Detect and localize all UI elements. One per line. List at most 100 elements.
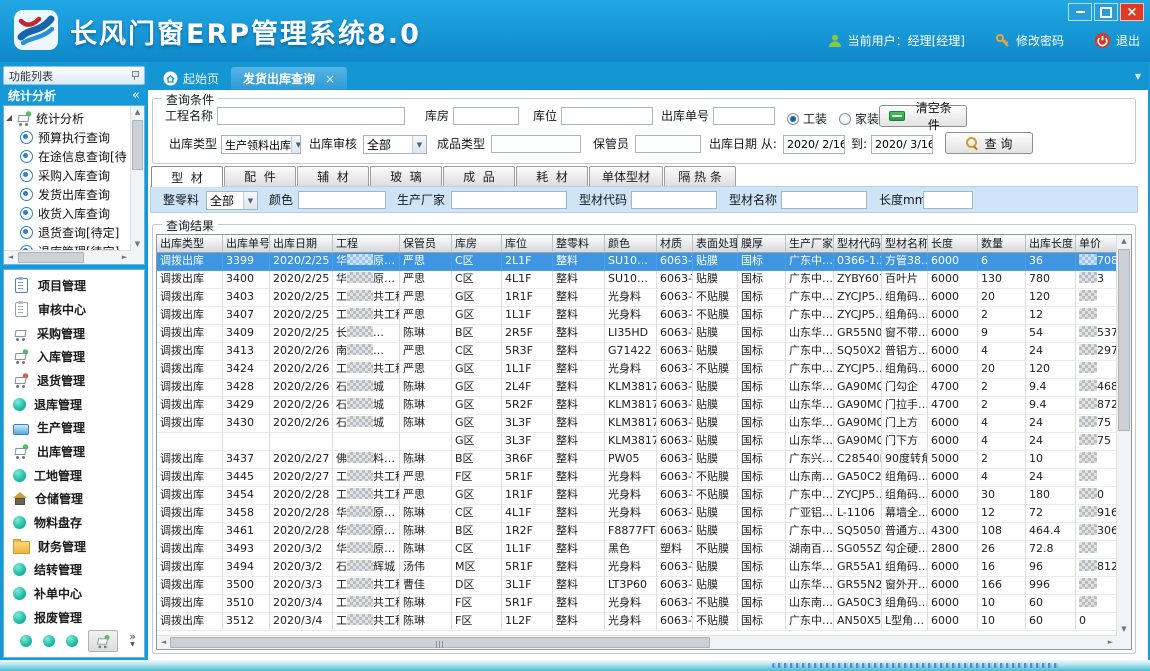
chevron-down-icon[interactable]: ▼	[243, 192, 257, 209]
length-input[interactable]	[923, 191, 973, 209]
col-header-16[interactable]: 数量	[978, 235, 1026, 253]
scroll-right-icon[interactable]	[118, 251, 131, 264]
warehouse-input[interactable]	[453, 107, 519, 125]
tab-list-caret-icon[interactable]: ▼	[1135, 72, 1141, 81]
table-row[interactable]: 调拨出库35122020/3/4工共工程陈琳F区1L2F整料光身料6063-T5…	[157, 613, 1117, 631]
project-name-input[interactable]	[217, 107, 405, 125]
maximize-button[interactable]	[1094, 3, 1118, 21]
col-header-17[interactable]: 出库长度	[1026, 235, 1076, 253]
module-dot-icon[interactable]	[20, 635, 32, 647]
scroll-thumb[interactable]	[1118, 249, 1130, 431]
scroll-up-icon[interactable]	[131, 106, 144, 119]
table-row[interactable]: 调拨出库35002020/3/3工共工程曹佳D区3L1F整料LT3P606063…	[157, 577, 1117, 595]
table-row[interactable]: 调拨出库34452020/2/27工共工程严思F区5R1F整料光身料6063-T…	[157, 469, 1117, 487]
chevron-down-icon[interactable]: ▼	[412, 136, 426, 153]
radio-unselected-icon[interactable]	[839, 113, 851, 125]
grid-horizontal-scrollbar[interactable]	[157, 635, 1117, 649]
sidebar-item-3[interactable]: 入库管理	[13, 345, 144, 369]
jiazhuang-radio[interactable]: 家装	[839, 110, 879, 127]
tree-item-2[interactable]: 采购入库查询	[6, 166, 130, 185]
clear-conditions-button[interactable]: 清空条件	[879, 105, 967, 127]
col-header-15[interactable]: 长度	[928, 235, 978, 253]
material-tab-4[interactable]: 成 品	[443, 166, 515, 186]
col-header-6[interactable]: 库位	[502, 235, 553, 253]
change-password-button[interactable]: 修改密码	[995, 32, 1064, 49]
tree-vertical-scrollbar[interactable]	[130, 106, 144, 251]
material-tab-5[interactable]: 耗 材	[516, 166, 588, 186]
keeper-input[interactable]	[635, 135, 701, 153]
col-header-3[interactable]: 工程	[333, 235, 400, 253]
scroll-thumb[interactable]	[18, 252, 84, 263]
profile-code-input[interactable]	[631, 191, 717, 209]
table-row[interactable]: 调拨出库34942020/3/2石辉城汤伟M区5R1F整料光身料6063-T5贴…	[157, 559, 1117, 577]
tab-home[interactable]: 起始页	[151, 67, 231, 90]
col-header-4[interactable]: 保管员	[400, 235, 452, 253]
gongzhuang-radio[interactable]: 工装	[787, 110, 827, 127]
date-from-picker[interactable]: 2020/ 2/16▼	[783, 135, 845, 154]
sidebar-item-2[interactable]: 采购管理	[13, 321, 144, 345]
sidebar-item-4[interactable]: 退货管理	[13, 369, 144, 393]
table-row[interactable]: 调拨出库34032020/2/25工共工程严思G区1R1F整料光身料6063-T…	[157, 289, 1117, 307]
tree-expander-icon[interactable]	[6, 115, 12, 121]
tree-item-5[interactable]: 退货查询[待定]	[6, 223, 130, 242]
sidebar-item-13[interactable]: 补单中心	[13, 582, 144, 606]
tree-item-3[interactable]: 发货出库查询	[6, 185, 130, 204]
sidebar-item-9[interactable]: 仓储管理	[13, 487, 144, 511]
date-to-picker[interactable]: 2020/ 3/16▼	[871, 135, 933, 154]
table-row[interactable]: 调拨出库34002020/2/25华原…严思C区4L1F整料SU10…6063-…	[157, 271, 1117, 289]
table-row[interactable]: G区3L3F整料KLM38176063-T5贴膜国标山东华…GA90M09.门下…	[157, 433, 1117, 451]
menu-more-button[interactable]: » ▼	[129, 633, 136, 649]
table-row[interactable]: 调拨出库34072020/2/25工共工程严思G区1L1F整料光身料6063-T…	[157, 307, 1117, 325]
col-header-13[interactable]: 型材代码	[834, 235, 882, 253]
col-header-8[interactable]: 颜色	[605, 235, 657, 253]
tab-close-icon[interactable]: ×	[325, 72, 335, 86]
sidebar-item-11[interactable]: 财务管理	[13, 534, 144, 558]
col-header-11[interactable]: 膜厚	[738, 235, 786, 253]
module-dot-icon[interactable]	[66, 635, 78, 647]
maker-input[interactable]	[451, 191, 567, 209]
table-row[interactable]: 调拨出库35102020/3/4工共工程陈琳F区5R1F整料光身料6063-T5…	[157, 595, 1117, 613]
table-row[interactable]: 调拨出库34932020/3/2华原…陈琳C区1L1F整料黑色塑料不贴膜国标湖南…	[157, 541, 1117, 559]
col-header-7[interactable]: 整零料	[553, 235, 605, 253]
table-row[interactable]: 调拨出库34582020/2/28华原…陈琳C区4L1F整料光身料6063-T5…	[157, 505, 1117, 523]
module-cart-button[interactable]	[88, 630, 118, 652]
col-header-1[interactable]: 出库单号	[223, 235, 270, 253]
table-row[interactable]: 调拨出库34612020/2/28华原…陈琳B区1R2F整料F8877FT606…	[157, 523, 1117, 541]
scroll-thumb[interactable]	[170, 637, 710, 648]
sidebar-item-10[interactable]: 物料盘存	[13, 511, 144, 535]
col-header-12[interactable]: 生产厂家	[786, 235, 834, 253]
tree-item-4[interactable]: 收货入库查询	[6, 204, 130, 223]
logout-button[interactable]: 退出	[1094, 32, 1140, 49]
color-input[interactable]	[298, 191, 386, 209]
material-tab-2[interactable]: 辅 材	[297, 166, 369, 186]
tab-shipping-query[interactable]: 发货出库查询 ×	[231, 67, 347, 90]
whole-part-combobox[interactable]: 全部▼	[206, 191, 258, 210]
table-row[interactable]: 调拨出库34132020/2/26南…严思C区5R3F整料G714226063-…	[157, 343, 1117, 361]
audit-combobox[interactable]: 全部▼	[363, 135, 427, 154]
tree-item-0[interactable]: 预算执行查询	[6, 128, 130, 147]
pin-icon[interactable]	[131, 71, 139, 80]
stats-section-header[interactable]: 统计分析 «	[3, 85, 145, 105]
sidebar-item-6[interactable]: 生产管理	[13, 416, 144, 440]
col-header-18[interactable]: 单价	[1076, 235, 1117, 253]
table-row[interactable]: 调拨出库34292020/2/26石城陈琳G区5R2F整料KLM38176063…	[157, 397, 1117, 415]
scroll-left-icon[interactable]	[157, 636, 170, 649]
col-header-5[interactable]: 库房	[452, 235, 502, 253]
sidebar-item-5[interactable]: 退库管理	[13, 392, 144, 416]
tree-item-1[interactable]: 在途信息查询[待	[6, 147, 130, 166]
radio-selected-icon[interactable]	[787, 113, 799, 125]
material-tab-6[interactable]: 单体型材	[589, 166, 663, 186]
order-no-input[interactable]	[713, 107, 775, 125]
minimize-button[interactable]	[1068, 3, 1092, 21]
col-header-2[interactable]: 出库日期	[270, 235, 333, 253]
table-row[interactable]: 调拨出库34302020/2/26石城陈琳G区3L3F整料KLM38176063…	[157, 415, 1117, 433]
material-tab-0[interactable]: 型 材	[151, 166, 223, 187]
table-row[interactable]: 调拨出库34242020/2/26工共工程严思G区1L1F整料光身料6063-T…	[157, 361, 1117, 379]
search-button[interactable]: 查 询	[945, 132, 1033, 154]
tree-item-6[interactable]: 退库管理[待定]	[6, 242, 130, 250]
profile-name-input[interactable]	[781, 191, 867, 209]
col-header-14[interactable]: 型材名称	[882, 235, 928, 253]
table-row[interactable]: 调拨出库34542020/2/28工共工程严思G区1R1F整料光身料6063-T…	[157, 487, 1117, 505]
chevron-down-icon[interactable]: ▼	[291, 136, 301, 153]
scroll-down-icon[interactable]	[1117, 623, 1131, 636]
